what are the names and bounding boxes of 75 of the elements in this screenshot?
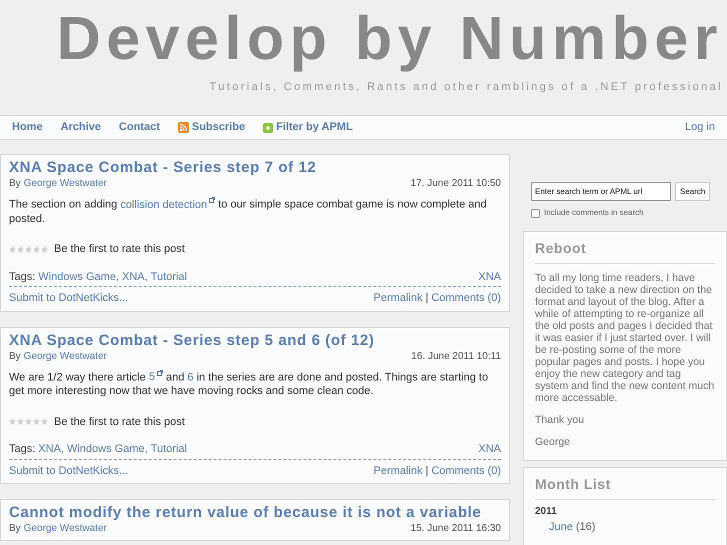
star-icon[interactable] [25, 246, 32, 253]
tag-link[interactable]: Tutorial [150, 268, 187, 285]
permalink-link[interactable]: Permalink [374, 290, 422, 306]
post-link[interactable]: 5 [148, 371, 163, 384]
author-link[interactable]: George Westwater [24, 522, 107, 536]
panel-title: Month List [535, 474, 715, 500]
post-date: 16. June 2011 10:11 [411, 350, 501, 364]
star-icon[interactable] [41, 418, 48, 426]
site-tagline: Tutorials, Comments, Rants and other ramblings of a .NET professional [210, 80, 723, 95]
external-link-icon [209, 197, 216, 203]
tag-separator: , [144, 270, 148, 284]
tag-link[interactable]: Windows Game [38, 268, 116, 285]
search-button[interactable]: Search [675, 182, 710, 201]
site-title: Develop by Number [56, 3, 723, 73]
panel-title: Reboot [535, 238, 715, 264]
star-icon[interactable] [33, 418, 40, 426]
nav-link[interactable]: Home [12, 119, 43, 136]
nav-link[interactable]: Archive [60, 119, 101, 136]
post-body: The section on adding collision detection to our simple space combat game is now complete and posted. [9, 197, 488, 227]
post-count: (16) [576, 520, 596, 535]
nav-link[interactable]: Contact [118, 119, 160, 136]
star-icon[interactable] [17, 246, 24, 253]
byline-label: By [9, 350, 21, 364]
panel-paragraph: To all my long time readers, I have decided to take a new direction on the format and layout of the blog. After a while of attempting to re-organize all the old posts and pages I decided that it was easier if I just started over. I will be re-posting some of the more popular pages and posts. I hope you enjoy the new category and tag system and find the new content much more accessable. [535, 272, 715, 404]
filter-icon [263, 122, 274, 132]
author-link[interactable]: George Westwater [24, 350, 107, 364]
post-link[interactable]: collision detection [120, 198, 216, 211]
login-link[interactable]: Log in [685, 119, 715, 136]
rss-icon [178, 122, 189, 133]
rating-text: Be the first to rate this post [54, 242, 185, 257]
tag-link[interactable]: XNA [38, 441, 61, 458]
month-link[interactable]: June [549, 519, 573, 536]
submit-link[interactable]: Submit to DotNetKicks... [9, 290, 128, 306]
star-icon[interactable] [25, 418, 32, 426]
submit-link[interactable]: Submit to DotNetKicks... [9, 462, 128, 479]
permalink-link[interactable]: Permalink [374, 462, 422, 479]
checkbox[interactable] [531, 208, 540, 218]
post-title[interactable]: XNA Space Combat - Series step 7 of 12 [9, 159, 501, 177]
tag-separator: , [144, 442, 148, 457]
tag-separator: , [60, 442, 64, 457]
post-title[interactable]: Cannot modify the return value of because it is not a variable [9, 504, 501, 522]
external-link-icon [156, 370, 163, 376]
star-icon[interactable] [33, 246, 40, 253]
post-link[interactable]: 6 [187, 371, 194, 384]
nav-link[interactable]: Subscribe [178, 119, 246, 136]
tag-link[interactable]: Windows Game [66, 441, 145, 458]
link-separator: | [425, 464, 428, 478]
comments-link[interactable]: Comments (0) [431, 290, 501, 306]
panel-paragraph: George [535, 436, 572, 448]
category-link[interactable]: XNA [478, 268, 501, 285]
author-link[interactable]: George Westwater [24, 177, 107, 191]
year-label: 2011 [535, 505, 558, 519]
star-icon[interactable] [17, 418, 24, 426]
tags-label: Tags: [9, 442, 36, 457]
tag-link[interactable]: XNA [122, 268, 145, 285]
byline-label: By [9, 177, 21, 191]
nav-link[interactable]: Filter by APML [263, 119, 353, 136]
rating-text: Be the first to rate this post [54, 414, 185, 430]
post-date: 17. June 2011 10:50 [410, 177, 501, 191]
category-link[interactable]: XNA [478, 441, 501, 458]
star-icon[interactable] [41, 246, 48, 253]
post-title[interactable]: XNA Space Combat - Series step 5 and 6 (of 12) [9, 332, 501, 350]
star-icon[interactable] [9, 418, 16, 426]
panel-paragraph: Thank you [535, 414, 586, 426]
checkbox-label: Include comments in search [544, 207, 644, 219]
tag-separator: , [116, 270, 119, 284]
tags-label: Tags: [9, 270, 36, 284]
link-separator: | [425, 291, 428, 306]
tag-link[interactable]: Tutorial [150, 441, 187, 458]
star-icon[interactable] [9, 246, 16, 253]
comments-link[interactable]: Comments (0) [431, 462, 501, 479]
post-date: 15. June 2011 16:30 [410, 522, 501, 536]
search-field[interactable]: Enter search term or APML url [531, 182, 671, 201]
byline-label: By [9, 522, 21, 536]
post-body: We are 1/2 way there article 5 and 6 in the series are are done and posted. Things are starting to get more interesting now that we have moving rocks and some clean code. [9, 370, 490, 400]
